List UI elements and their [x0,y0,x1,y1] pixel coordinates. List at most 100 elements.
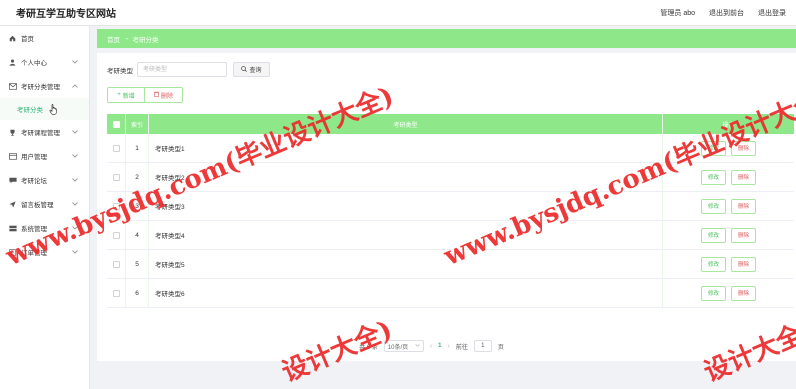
breadcrumb-home[interactable]: 首页 [107,34,120,44]
row-select[interactable] [107,192,126,220]
edit-button[interactable]: 修改 [701,256,726,272]
search-button-label: 查询 [249,68,262,74]
sidebar-item-profile[interactable]: 个人中心 [0,50,89,74]
sidebar-item-home[interactable]: 首页 [0,26,89,50]
goto-page-input[interactable]: 1 [473,340,492,352]
trash-icon [154,91,159,99]
main-content: 首页 → 考研分类 考研类型 查询 + 新增 删除 [97,29,796,389]
row-type: 考研类型4 [149,221,663,249]
sidebar-item-label: 用户管理 [21,154,47,161]
table-row: 2 考研类型2 修改 删除 [107,163,794,192]
search-label: 考研类型 [107,67,133,75]
delete-button[interactable]: 删除 [731,140,756,156]
checkbox[interactable] [112,202,120,210]
checkbox[interactable] [112,120,120,128]
chevron-down-icon [71,128,79,136]
delete-button[interactable]: 删除 [731,285,756,301]
checkbox[interactable] [112,173,120,181]
action-buttons: + 新增 删除 [107,87,183,103]
breadcrumb-current: 考研分类 [132,36,159,44]
row-select[interactable] [107,163,126,191]
search-input[interactable] [137,62,227,77]
row-select[interactable] [107,134,126,162]
content-card: 考研类型 查询 + 新增 删除 [97,53,796,361]
page-number[interactable]: 1 [438,343,441,349]
chevron-down-icon [71,200,79,208]
header-index: 索引 [126,114,149,134]
home-icon [8,35,17,42]
delete-button[interactable]: 删除 [731,256,756,272]
search-bar: 考研类型 查询 [107,62,270,77]
row-index: 3 [126,192,149,220]
sidebar-item-label: 订单管理 [21,250,47,257]
sidebar-item-label: 考研课程管理 [21,130,60,137]
chevron-down-icon [415,343,420,349]
table-row: 4 考研类型4 修改 删除 [107,221,794,250]
row-actions: 修改 删除 [663,134,794,162]
header-action: 操作 [722,122,735,129]
row-index: 4 [126,221,149,249]
edit-button[interactable]: 修改 [701,198,726,214]
sidebar-item-label: 个人中心 [21,60,47,67]
row-select[interactable] [107,221,126,249]
sidebar-item-course-management[interactable]: 考研课程管理 [0,120,89,144]
category-table: 索引 考研类型 操作 1 考研类型1 修改 删除 2 考研类型2 修改 删除 3 考研类型3 修改删… [107,114,794,308]
chevron-down-icon [71,248,79,256]
edit-button[interactable]: 修改 [701,169,726,185]
order-icon [8,248,17,256]
checkbox[interactable] [112,260,120,268]
table-row: 1 考研类型1 修改 删除 [107,134,794,163]
edit-button[interactable]: 修改 [701,285,726,301]
row-type: 考研类型1 [149,134,663,162]
sidebar-item-label: 考研论坛 [21,178,47,185]
prev-page-icon[interactable]: ‹ [430,343,432,350]
top-links: 管理员 abo 退出到前台 退出登录 [660,8,786,18]
admin-user-label[interactable]: 管理员 abo [660,8,695,18]
checkbox[interactable] [112,231,120,239]
send-icon [8,200,17,208]
breadcrumb-separator: → [123,35,130,42]
delete-button[interactable]: 删除 [731,169,756,185]
sidebar-subitem-label: 考研分类 [17,107,43,114]
user-icon [8,59,17,66]
row-select[interactable] [107,279,126,307]
edit-button[interactable]: 修改 [701,227,726,243]
delete-button[interactable]: 删除 [731,227,756,243]
top-bar: 考研互学互助专区网站 管理员 abo 退出到前台 退出登录 [0,0,796,26]
chevron-down-icon [71,152,79,160]
delete-button[interactable]: 删除 [731,198,756,214]
batch-delete-button[interactable]: 删除 [145,87,183,103]
header-select-all[interactable] [107,114,126,134]
sidebar-item-forum[interactable]: 考研论坛 [0,168,89,192]
chevron-up-icon [71,82,79,90]
goto-label: 前往 [455,344,468,351]
sidebar-item-order-management[interactable]: 订单管理 [0,240,89,264]
sidebar-item-category-management[interactable]: 考研分类管理 [0,74,89,98]
search-button[interactable]: 查询 [233,62,270,77]
hand-cursor-icon [49,103,58,115]
sidebar-item-user-management[interactable]: 用户管理 [0,144,89,168]
checkbox[interactable] [112,289,120,297]
back-to-frontend-link[interactable]: 退出到前台 [709,8,744,18]
add-button[interactable]: + 新增 [107,87,145,103]
row-index: 2 [126,163,149,191]
page-size-select[interactable]: 10条/页 [383,340,424,352]
row-actions: 修改 删除 [663,279,794,307]
app-title: 考研互学互助专区网站 [16,9,116,20]
sidebar-item-message-board[interactable]: 留言板管理 [0,192,89,216]
breadcrumb: 首页 → 考研分类 [97,29,796,48]
row-type: 考研类型6 [149,279,663,307]
row-index: 5 [126,250,149,278]
edit-button[interactable]: 修改 [701,140,726,156]
sidebar-item-label: 首页 [21,36,34,43]
row-type: 考研类型2 [149,163,663,191]
next-page-icon[interactable]: › [447,343,449,350]
row-select[interactable] [107,250,126,278]
sidebar-subitem-category[interactable]: 考研分类 [0,98,89,120]
checkbox[interactable] [112,144,120,152]
logout-link[interactable]: 退出登录 [758,8,786,18]
chat-icon [8,177,17,184]
chevron-down-icon [71,224,79,232]
sidebar-item-system-management[interactable]: 系统管理 [0,216,89,240]
add-button-label: 新增 [122,93,135,100]
